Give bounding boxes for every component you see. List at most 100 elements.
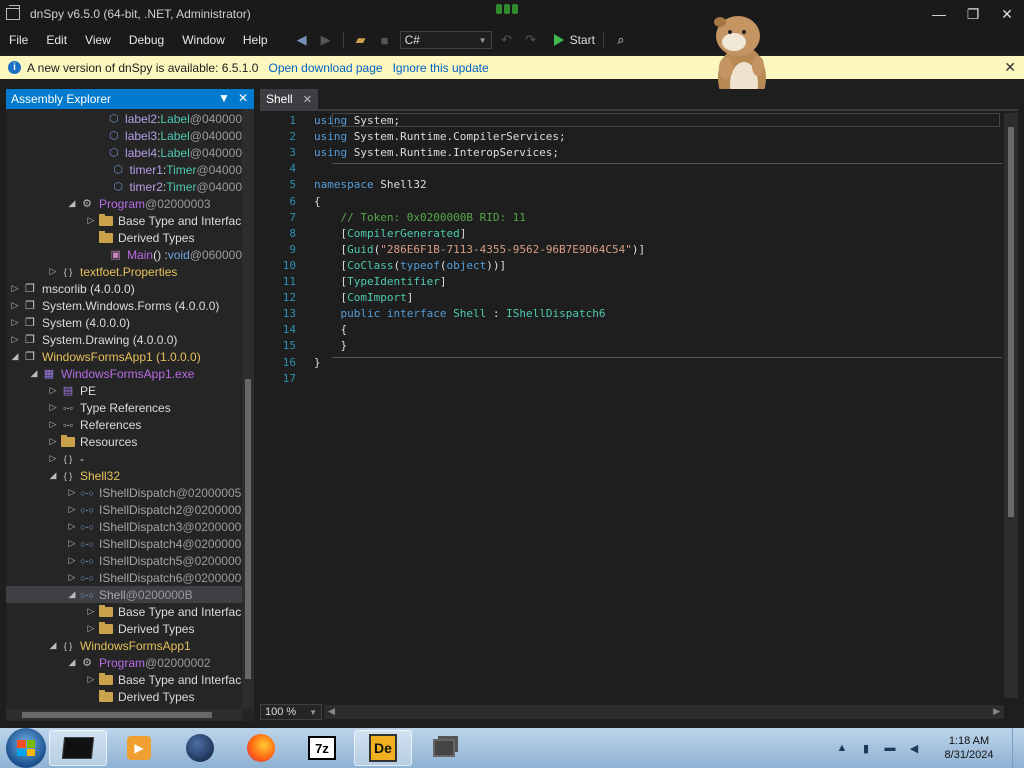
- tree-horizontal-scrollbar[interactable]: [6, 709, 242, 721]
- expand-arrow-icon[interactable]: ▷: [86, 623, 96, 634]
- tree-node[interactable]: ⬡ label3 : Label @040000: [6, 127, 242, 144]
- tree-node[interactable]: ▷ Derived Types: [6, 620, 242, 637]
- ignore-update-link[interactable]: Ignore this update: [393, 61, 489, 75]
- tree-node[interactable]: ▷ ❐ System.Drawing (4.0.0.0): [6, 331, 242, 348]
- minimize-button[interactable]: —: [922, 0, 956, 28]
- tree-node[interactable]: ◢ { } WindowsFormsApp1: [6, 637, 242, 654]
- code-line[interactable]: 9 [Guid("286E6F1B-7113-4355-9562-96B7E9D…: [260, 242, 1004, 257]
- forward-icon[interactable]: ▶: [317, 31, 335, 49]
- expand-arrow-icon[interactable]: ▷: [10, 300, 20, 311]
- editor-vertical-scrollbar[interactable]: [1004, 113, 1018, 698]
- tree-node[interactable]: ▣ Main() : void @060000: [6, 246, 242, 263]
- open-folder-icon[interactable]: ▰: [352, 31, 370, 49]
- expand-arrow-icon[interactable]: ▷: [48, 385, 58, 396]
- scroll-right-icon[interactable]: ▶: [993, 706, 1000, 717]
- undo-icon[interactable]: ↶: [498, 31, 516, 49]
- code-line[interactable]: 12 [ComImport]: [260, 290, 1004, 305]
- expand-arrow-icon[interactable]: ▷: [10, 317, 20, 328]
- close-infobar-icon[interactable]: ✕: [1004, 59, 1016, 76]
- tree-node[interactable]: Derived Types: [6, 688, 242, 705]
- tree-node[interactable]: ▷ ○-○ IShellDispatch @02000005: [6, 484, 242, 501]
- code-line[interactable]: 3 using System.Runtime.InteropServices;: [260, 145, 1004, 160]
- taskbar-media-player[interactable]: ▶: [110, 730, 168, 766]
- tree-node[interactable]: ▷ Resources: [6, 433, 242, 450]
- editor-horizontal-scrollbar[interactable]: ◀ ▶: [324, 705, 1004, 719]
- menu-file[interactable]: File: [0, 33, 37, 47]
- expand-arrow-icon[interactable]: ▷: [67, 538, 77, 549]
- expand-arrow-icon[interactable]: ▷: [48, 266, 58, 277]
- code-line[interactable]: 17: [260, 371, 1004, 386]
- code-line[interactable]: 8 [CompilerGenerated]: [260, 226, 1004, 241]
- expand-arrow-icon[interactable]: ▷: [67, 487, 77, 498]
- expand-arrow-icon[interactable]: ▷: [48, 453, 58, 464]
- language-select[interactable]: C# ▼: [399, 31, 492, 49]
- tree-node[interactable]: ▷ ○-○ IShellDispatch2 @0200000: [6, 501, 242, 518]
- code-line[interactable]: 15 }: [260, 338, 1004, 353]
- tree-node[interactable]: Derived Types: [6, 229, 242, 246]
- expand-arrow-icon[interactable]: ▷: [67, 504, 77, 515]
- menu-help[interactable]: Help: [234, 33, 277, 47]
- expand-arrow-icon[interactable]: ▷: [10, 334, 20, 345]
- start-debugging-button[interactable]: Start: [553, 33, 595, 47]
- system-clock[interactable]: 1:18 AM 8/31/2024: [934, 734, 1004, 762]
- back-icon[interactable]: ◀: [293, 31, 311, 49]
- tree-node[interactable]: ⬡ timer1 : Timer @04000: [6, 161, 242, 178]
- code-line[interactable]: 5 namespace Shell32: [260, 177, 1004, 192]
- expand-arrow-icon[interactable]: ▷: [67, 555, 77, 566]
- code-line[interactable]: 6{: [260, 194, 1004, 209]
- network-icon[interactable]: ▮: [858, 740, 874, 756]
- tree-node[interactable]: ▷ ▫-▫ Type References: [6, 399, 242, 416]
- close-tab-icon[interactable]: ✕: [303, 93, 312, 106]
- expand-arrow-icon[interactable]: ▷: [67, 521, 77, 532]
- expand-arrow-icon[interactable]: ▷: [67, 572, 77, 583]
- code-line[interactable]: 1 using System;: [260, 113, 1004, 128]
- taskbar-terminal[interactable]: [49, 730, 107, 766]
- tree-node[interactable]: ⬡ label2 : Label @040000: [6, 110, 242, 127]
- tree-vertical-scrollbar[interactable]: [242, 109, 254, 709]
- expand-arrow-icon[interactable]: ▷: [86, 606, 96, 617]
- menu-window[interactable]: Window: [173, 33, 234, 47]
- collapse-arrow-icon[interactable]: ◢: [67, 198, 77, 209]
- code-line[interactable]: 2 using System.Runtime.CompilerServices;: [260, 129, 1004, 144]
- search-icon[interactable]: ⌕: [612, 31, 630, 49]
- code-line[interactable]: 14 {: [260, 322, 1004, 337]
- open-download-page-link[interactable]: Open download page: [268, 61, 382, 75]
- code-line[interactable]: 11 [TypeIdentifier]: [260, 274, 1004, 289]
- menu-debug[interactable]: Debug: [120, 33, 173, 47]
- show-desktop-button[interactable]: [1012, 728, 1024, 768]
- code-line[interactable]: 13 public interface Shell : IShellDispat…: [260, 306, 1004, 321]
- assembly-tree[interactable]: ⬡ label2 : Label @040000 ⬡ label3 : Label @…: [6, 109, 242, 709]
- volume-icon[interactable]: ◀: [906, 740, 922, 756]
- tree-node[interactable]: ◢ ❐ WindowsFormsApp1 (1.0.0.0): [6, 348, 242, 365]
- tree-node[interactable]: ▷ ▫-▫ References: [6, 416, 242, 433]
- code-line[interactable]: 10 [CoClass(typeof(object))]: [260, 258, 1004, 273]
- tree-node[interactable]: ▷ ❐ System (4.0.0.0): [6, 314, 242, 331]
- tree-node[interactable]: ▷ ○-○ IShellDispatch6 @0200000: [6, 569, 242, 586]
- tree-node[interactable]: ◢ { } Shell32: [6, 467, 242, 484]
- tab-shell[interactable]: Shell ✕: [260, 89, 318, 109]
- expand-arrow-icon[interactable]: ▷: [48, 419, 58, 430]
- tree-node[interactable]: ▷ { } -: [6, 450, 242, 467]
- tree-node[interactable]: ▷ ○-○ IShellDispatch5 @0200000: [6, 552, 242, 569]
- redo-icon[interactable]: ↷: [522, 31, 540, 49]
- collapse-arrow-icon[interactable]: ◢: [10, 351, 20, 362]
- expand-arrow-icon[interactable]: ▷: [48, 402, 58, 413]
- expand-arrow-icon[interactable]: ▷: [86, 215, 96, 226]
- tree-node[interactable]: ▷ ❐ mscorlib (4.0.0.0): [6, 280, 242, 297]
- tree-node[interactable]: ◢ ○-○ Shell @0200000B: [6, 586, 242, 603]
- collapse-arrow-icon[interactable]: ◢: [67, 589, 77, 600]
- collapse-arrow-icon[interactable]: ◢: [48, 470, 58, 481]
- tree-node[interactable]: ▷ ▤ PE: [6, 382, 242, 399]
- zoom-select[interactable]: 100 % ▼: [260, 704, 322, 720]
- tree-node[interactable]: ◢ ⚙ Program @02000002: [6, 654, 242, 671]
- tree-node[interactable]: ▷ Base Type and Interfac: [6, 671, 242, 688]
- show-hidden-icons-icon[interactable]: ▲: [834, 740, 850, 756]
- taskbar-firefox[interactable]: [232, 730, 290, 766]
- tree-node[interactable]: ▷ ○-○ IShellDispatch4 @0200000: [6, 535, 242, 552]
- code-line[interactable]: 7 // Token: 0x0200000B RID: 11: [260, 210, 1004, 225]
- save-icon[interactable]: ■: [376, 31, 394, 49]
- panel-close-icon[interactable]: ✕: [238, 91, 248, 105]
- windows-start-button[interactable]: [6, 728, 46, 768]
- menu-view[interactable]: View: [76, 33, 120, 47]
- collapse-arrow-icon[interactable]: ◢: [48, 640, 58, 651]
